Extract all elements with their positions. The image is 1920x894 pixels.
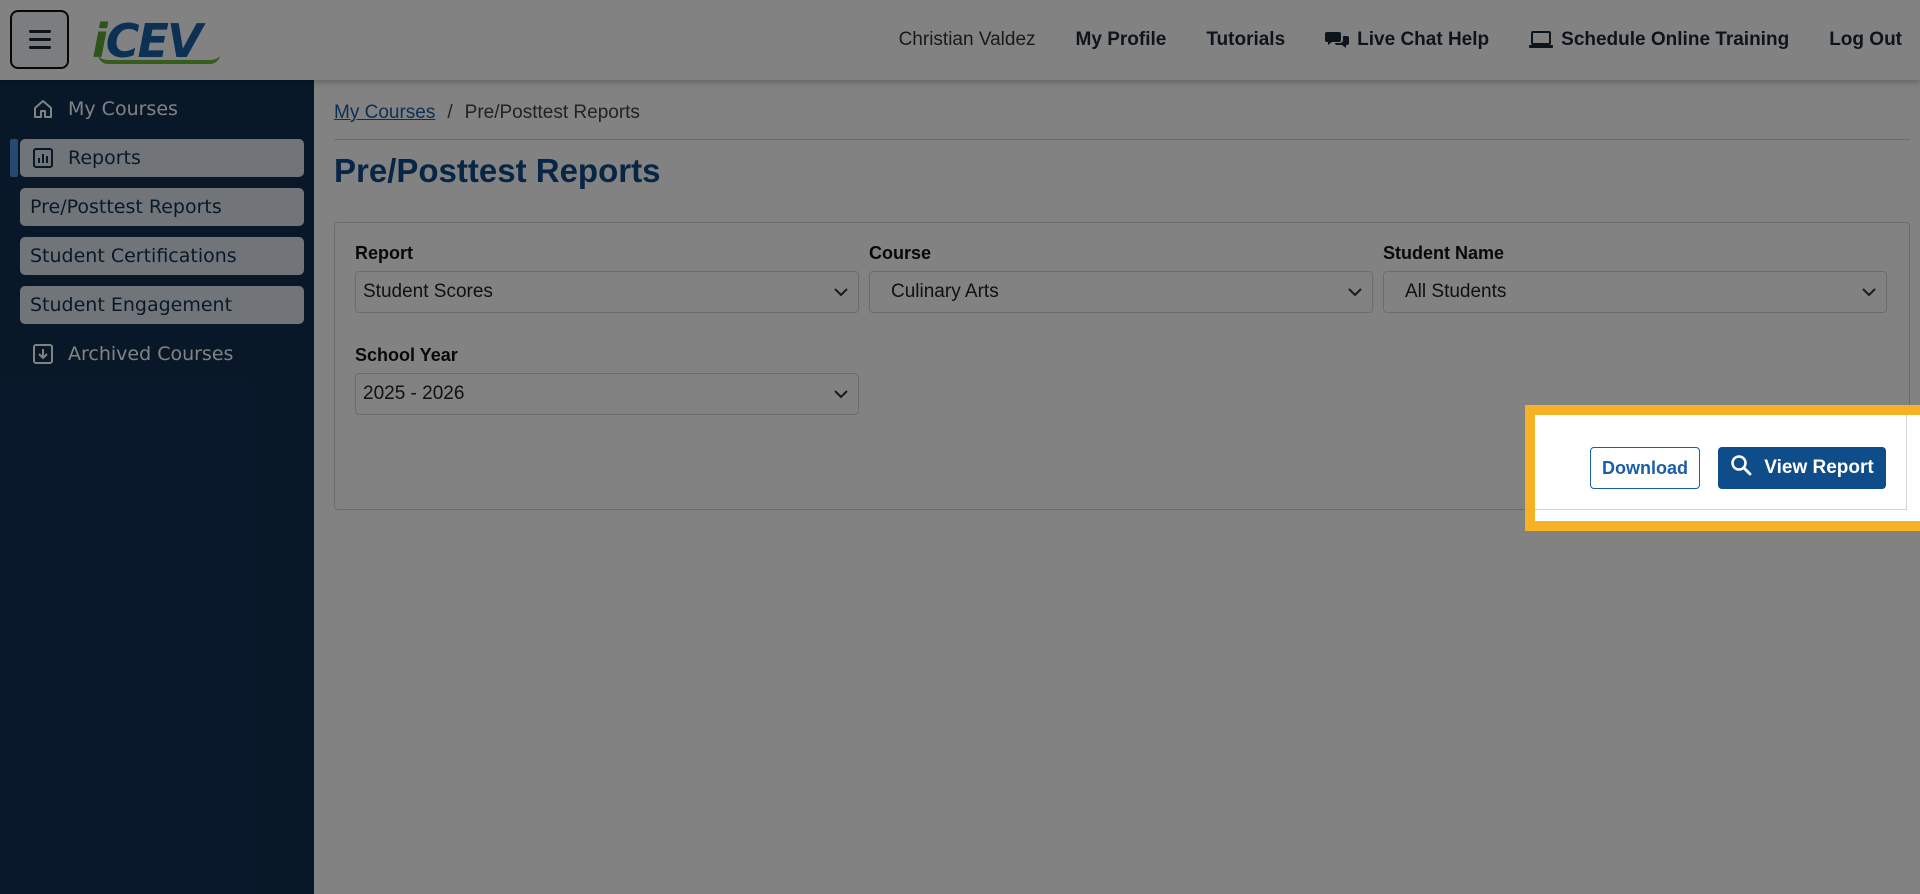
course-label: Course xyxy=(869,243,932,263)
student-name-label: Student Name xyxy=(1383,243,1505,263)
school-year-field: School Year 2025 - 2026 xyxy=(355,345,859,415)
log-out-link[interactable]: Log Out xyxy=(1829,29,1902,51)
top-nav: Christian Valdez My Profile Tutorials Li… xyxy=(899,0,1902,80)
sidebar-item-label: Student Engagement xyxy=(30,294,233,316)
student-name-select[interactable]: All Students xyxy=(1383,271,1887,313)
breadcrumb-current: Pre/Posttest Reports xyxy=(464,102,640,123)
page-title: Pre/Posttest Reports xyxy=(334,152,661,189)
school-year-select[interactable]: 2025 - 2026 xyxy=(355,373,859,415)
breadcrumb-divider xyxy=(334,139,1910,140)
archive-icon xyxy=(30,341,56,367)
sidebar-item-pre-posttest-reports[interactable]: Pre/Posttest Reports xyxy=(20,188,304,226)
breadcrumb-separator: / xyxy=(447,102,453,123)
course-select-value: Culinary Arts xyxy=(891,281,999,302)
breadcrumb: My Courses / Pre/Posttest Reports xyxy=(334,102,640,124)
search-icon xyxy=(1730,454,1752,482)
sidebar-item-label: Archived Courses xyxy=(68,343,234,365)
course-select[interactable]: Culinary Arts xyxy=(869,271,1373,313)
top-bar: iCEV Christian Valdez My Profile Tutoria… xyxy=(0,0,1920,80)
schedule-training-link[interactable]: Schedule Online Training xyxy=(1529,29,1789,51)
sidebar: My Courses Reports Pre/Posttest Reports … xyxy=(0,80,314,894)
user-name: Christian Valdez xyxy=(898,29,1036,50)
school-year-select-value: 2025 - 2026 xyxy=(363,383,465,404)
school-year-label: School Year xyxy=(355,345,458,365)
sidebar-item-label: My Courses xyxy=(68,98,178,120)
student-name-select-value: All Students xyxy=(1405,281,1507,302)
view-report-label: View Report xyxy=(1764,457,1874,478)
active-indicator xyxy=(10,139,18,177)
home-icon xyxy=(30,96,56,122)
live-chat-label: Live Chat Help xyxy=(1357,29,1490,50)
course-field: Course Culinary Arts xyxy=(869,243,1373,313)
sidebar-item-label: Pre/Posttest Reports xyxy=(30,196,222,218)
breadcrumb-my-courses-link[interactable]: My Courses xyxy=(334,102,435,124)
hamburger-menu-button[interactable] xyxy=(10,10,69,69)
report-label: Report xyxy=(355,243,413,263)
icev-logo[interactable]: iCEV xyxy=(92,10,232,68)
view-report-button[interactable]: View Report xyxy=(1718,447,1886,489)
report-select-value: Student Scores xyxy=(363,281,493,302)
chat-bubbles-icon xyxy=(1325,30,1350,50)
chevron-down-icon xyxy=(834,389,848,399)
live-chat-help-link[interactable]: Live Chat Help xyxy=(1325,29,1489,51)
student-name-field: Student Name All Students xyxy=(1383,243,1887,313)
chevron-down-icon xyxy=(1862,287,1876,297)
report-select[interactable]: Student Scores xyxy=(355,271,859,313)
my-profile-link[interactable]: My Profile xyxy=(1076,29,1167,51)
report-field: Report Student Scores xyxy=(355,243,859,313)
sidebar-item-reports[interactable]: Reports xyxy=(20,139,304,177)
chevron-down-icon xyxy=(834,287,848,297)
sidebar-item-label: Reports xyxy=(68,147,141,169)
download-button[interactable]: Download xyxy=(1590,447,1700,489)
sidebar-item-archived-courses[interactable]: Archived Courses xyxy=(20,335,304,373)
schedule-training-label: Schedule Online Training xyxy=(1561,29,1790,50)
chart-icon xyxy=(30,145,56,171)
tutorials-link[interactable]: Tutorials xyxy=(1206,29,1285,51)
laptop-icon xyxy=(1529,31,1554,49)
sidebar-item-my-courses[interactable]: My Courses xyxy=(20,90,304,128)
logo-swoosh xyxy=(98,54,220,64)
sidebar-item-student-engagement[interactable]: Student Engagement xyxy=(20,286,304,324)
sidebar-item-label: Student Certifications xyxy=(30,245,237,267)
sidebar-item-student-certifications[interactable]: Student Certifications xyxy=(20,237,304,275)
chevron-down-icon xyxy=(1348,287,1362,297)
